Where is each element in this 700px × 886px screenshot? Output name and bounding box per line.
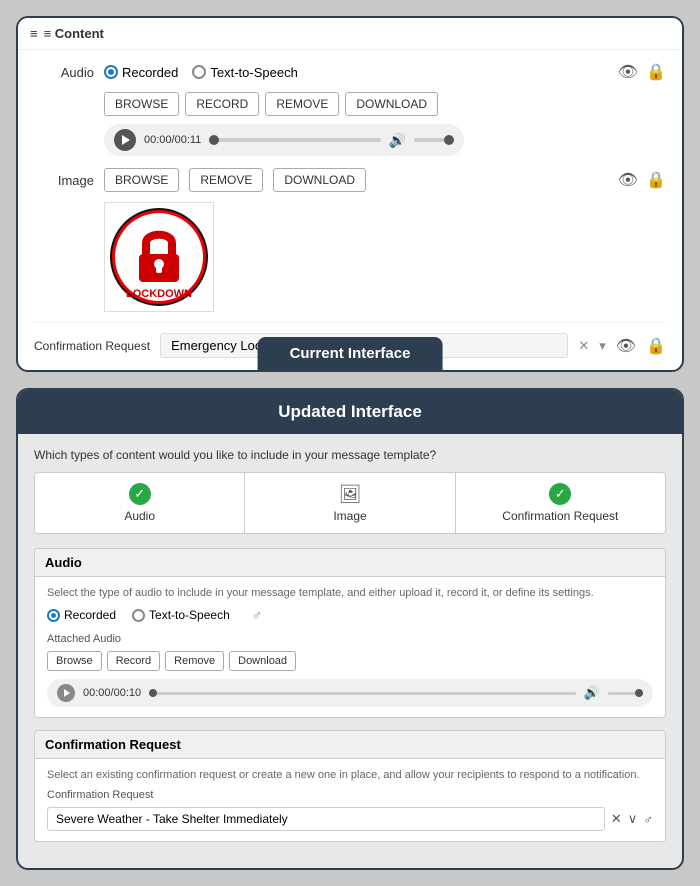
cf-arrow-icon[interactable]: ▾	[599, 338, 606, 354]
record-icon-button[interactable]: ♂	[252, 607, 263, 623]
updated-remove-button[interactable]: Remove	[165, 651, 224, 671]
updated-audio-time: 00:00/00:10	[83, 687, 141, 699]
audio-time: 00:00/00:11	[144, 134, 201, 146]
svg-text:LOCKDOWN: LOCKDOWN	[126, 288, 192, 300]
updated-radio-row: Recorded Text-to-Speech ♂	[47, 607, 653, 623]
browse-audio-button[interactable]: BROWSE	[104, 92, 179, 116]
confirmation-type-label: Confirmation Request	[502, 509, 618, 523]
progress-bar[interactable]	[209, 138, 380, 142]
updated-download-button[interactable]: Download	[229, 651, 296, 671]
updated-btn-row: Browse Record Remove Download	[47, 651, 653, 671]
question-text: Which types of content would you like to…	[34, 448, 666, 462]
updated-radio-tts[interactable]: Text-to-Speech	[132, 608, 230, 622]
cf-field-value[interactable]: Severe Weather - Take Shelter Immediatel…	[47, 807, 605, 831]
audio-label: Audio	[34, 65, 94, 80]
cf-input-row: Severe Weather - Take Shelter Immediatel…	[47, 807, 653, 831]
download-audio-button[interactable]: DOWNLOAD	[345, 92, 438, 116]
cf-lock-icon[interactable]: 🔒	[646, 336, 666, 356]
volume-slider[interactable]	[414, 138, 454, 142]
updated-volume-dot	[635, 689, 643, 697]
image-lock-icon[interactable]: 🔒	[646, 170, 666, 190]
updated-interface-panel: Updated Interface Which types of content…	[16, 388, 684, 870]
content-type-row: ✓ Audio 🖼 Image ✓ Confirmation Request	[34, 472, 666, 534]
cf-section-desc: Select an existing confirmation request …	[47, 769, 653, 781]
current-interface-badge: Current Interface	[258, 337, 443, 370]
record-button[interactable]: RECORD	[185, 92, 259, 116]
updated-audio-player: 00:00/00:10 🔊	[47, 679, 653, 707]
audio-player: 00:00/00:11 🔊	[104, 124, 464, 156]
current-interface-panel: ≡ ≡ Content Audio Recorded Text-to-Speec…	[16, 16, 684, 372]
browse-image-button[interactable]: BROWSE	[104, 168, 179, 192]
cf-down-icon[interactable]: ∨	[628, 811, 638, 827]
radio-recorded-dot	[104, 65, 118, 79]
cf-record-icon[interactable]: ♂	[643, 812, 653, 827]
volume-dot	[444, 135, 454, 145]
updated-header: Updated Interface	[18, 390, 682, 434]
audio-eye-icon[interactable]: 👁	[618, 62, 638, 82]
audio-lock-icon[interactable]: 🔒	[646, 62, 666, 82]
lockdown-svg: LOCKDOWN	[109, 207, 209, 307]
updated-play-button[interactable]	[57, 684, 75, 702]
updated-radio-recorded-label: Recorded	[64, 608, 116, 622]
image-eye-icon[interactable]: 👁	[618, 170, 638, 190]
remove-image-button[interactable]: REMOVE	[189, 168, 263, 192]
image-placeholder-icon: 🖼	[339, 483, 361, 505]
radio-recorded-label: Recorded	[122, 65, 178, 80]
cf-clear-icon[interactable]: ✕	[611, 811, 622, 827]
audio-section-desc: Select the type of audio to include in y…	[47, 587, 653, 599]
panel-title: ≡ Content	[44, 26, 104, 41]
radio-tts-dot	[192, 65, 206, 79]
image-type-button[interactable]: 🖼 Image	[245, 473, 455, 533]
updated-radio-recorded[interactable]: Recorded	[47, 608, 116, 622]
radio-tts[interactable]: Text-to-Speech	[192, 65, 297, 80]
download-image-button[interactable]: DOWNLOAD	[273, 168, 366, 192]
confirmation-check-icon: ✓	[549, 483, 571, 505]
updated-radio-tts-dot	[132, 609, 145, 622]
confirmation-type-button[interactable]: ✓ Confirmation Request	[456, 473, 665, 533]
confirmation-section: Confirmation Request Select an existing …	[34, 730, 666, 842]
lockdown-image: LOCKDOWN	[104, 202, 214, 312]
audio-section-title: Audio	[35, 549, 665, 577]
radio-tts-label: Text-to-Speech	[210, 65, 297, 80]
cf-close-icon[interactable]: ✕	[578, 338, 589, 354]
updated-radio-recorded-dot	[47, 609, 60, 622]
updated-browse-button[interactable]: Browse	[47, 651, 102, 671]
audio-radio-group: Recorded Text-to-Speech	[104, 65, 298, 80]
play-button[interactable]	[114, 129, 136, 151]
image-label: Image	[34, 173, 94, 188]
cf-eye-icon[interactable]: 👁	[616, 336, 636, 356]
progress-dot	[209, 135, 219, 145]
menu-icon: ≡	[30, 26, 38, 41]
updated-record-button[interactable]: Record	[107, 651, 160, 671]
cf-field-label: Confirmation Request	[47, 789, 653, 801]
confirmation-label: Confirmation Request	[34, 339, 150, 353]
updated-progress-dot	[149, 689, 157, 697]
panel-header: ≡ ≡ Content	[18, 18, 682, 50]
volume-icon[interactable]: 🔊	[389, 132, 406, 149]
updated-progress-bar[interactable]	[149, 692, 576, 695]
updated-volume-icon[interactable]: 🔊	[584, 685, 600, 701]
audio-check-icon: ✓	[129, 483, 151, 505]
audio-type-button[interactable]: ✓ Audio	[35, 473, 245, 533]
cf-section-title: Confirmation Request	[35, 731, 665, 759]
updated-radio-tts-label: Text-to-Speech	[149, 608, 230, 622]
image-type-label: Image	[333, 509, 366, 523]
updated-volume-slider[interactable]	[608, 692, 643, 695]
audio-section: Audio Select the type of audio to includ…	[34, 548, 666, 718]
remove-audio-button[interactable]: REMOVE	[265, 92, 339, 116]
audio-type-label: Audio	[124, 509, 155, 523]
attached-audio-label: Attached Audio	[47, 633, 653, 645]
radio-recorded[interactable]: Recorded	[104, 65, 178, 80]
